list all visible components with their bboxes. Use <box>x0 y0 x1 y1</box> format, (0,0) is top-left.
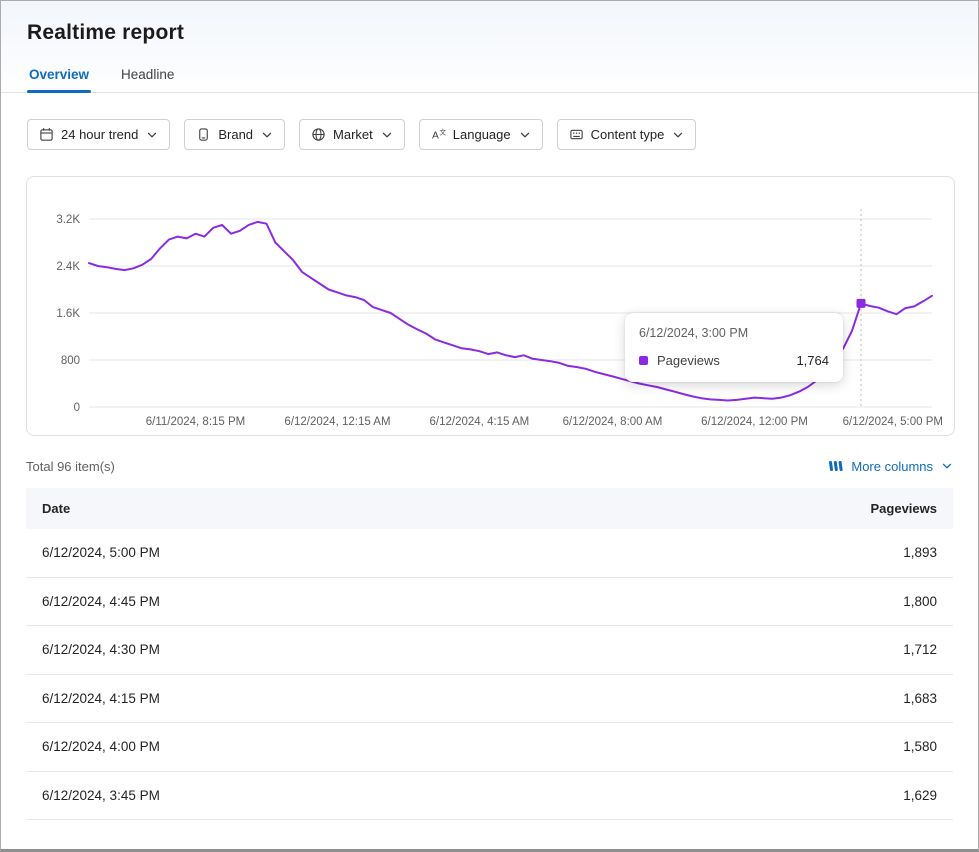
tab-headline[interactable]: Headline <box>119 61 176 92</box>
content-type-filter-label: Content type <box>591 127 665 142</box>
pageviews-cell: 1,800 <box>903 594 937 609</box>
pageviews-cell: 1,629 <box>903 788 937 803</box>
pageviews-cell: 1,712 <box>903 642 937 657</box>
chevron-down-icon <box>519 129 531 141</box>
pageviews-column-header[interactable]: Pageviews <box>871 501 938 516</box>
table-row[interactable]: 6/12/2024, 3:45 PM1,629 <box>26 772 953 821</box>
tooltip-timestamp: 6/12/2024, 3:00 PM <box>639 326 829 340</box>
date-cell: 6/12/2024, 4:30 PM <box>42 642 903 657</box>
realtime-report-page: Realtime report Overview Headline 24 hou… <box>0 0 979 852</box>
x-axis-tick-label: 6/12/2024, 4:15 AM <box>430 416 530 428</box>
chevron-down-icon <box>146 129 158 141</box>
tab-bar: Overview Headline <box>1 61 978 93</box>
trend-filter-label: 24 hour trend <box>61 127 138 142</box>
total-items-label: Total 96 item(s) <box>26 459 115 474</box>
page-title: Realtime report <box>1 21 978 45</box>
table-row[interactable]: 6/12/2024, 4:30 PM1,712 <box>26 626 953 675</box>
table-row[interactable]: 6/12/2024, 5:00 PM1,893 <box>26 529 953 578</box>
y-axis-tick-label: 800 <box>61 355 80 367</box>
hover-marker <box>857 299 866 308</box>
language-icon: A文 <box>431 127 446 142</box>
date-cell: 6/12/2024, 4:45 PM <box>42 594 903 609</box>
date-column-header[interactable]: Date <box>42 501 871 516</box>
table-row[interactable]: 6/12/2024, 4:45 PM1,800 <box>26 578 953 627</box>
page-header: Realtime report Overview Headline <box>1 1 978 93</box>
pageviews-cell: 1,893 <box>903 545 937 560</box>
more-columns-label: More columns <box>851 459 933 474</box>
chevron-down-icon <box>381 129 393 141</box>
y-axis-tick-label: 0 <box>74 402 80 414</box>
tooltip-series-row: Pageviews 1,764 <box>639 353 829 368</box>
table-header-row: Date Pageviews <box>26 488 953 529</box>
language-filter-button[interactable]: A文 Language <box>419 119 543 150</box>
trend-chart[interactable]: 3.2K 2.4K 1.6K 800 0 6/11/2024, 8:15 PM 6/12/2… <box>27 189 954 433</box>
x-axis-tick-label: 6/11/2024, 8:15 PM <box>146 416 246 428</box>
x-axis-tick-label: 6/12/2024, 8:00 AM <box>563 416 663 428</box>
brand-filter-button[interactable]: Brand <box>184 119 285 150</box>
table-row[interactable]: 6/12/2024, 4:00 PM1,580 <box>26 723 953 772</box>
language-filter-label: Language <box>453 127 511 142</box>
trend-filter-button[interactable]: 24 hour trend <box>27 119 170 150</box>
pageviews-cell: 1,580 <box>903 739 937 754</box>
svg-text:文: 文 <box>439 128 446 137</box>
x-axis-tick-label: 6/12/2024, 5:00 PM <box>843 416 943 428</box>
tab-overview[interactable]: Overview <box>27 61 91 92</box>
x-axis-tick-label: 6/12/2024, 12:00 PM <box>701 416 808 428</box>
globe-icon <box>311 127 326 142</box>
content-type-icon <box>569 127 584 142</box>
date-cell: 6/12/2024, 3:45 PM <box>42 788 903 803</box>
more-columns-button[interactable]: More columns <box>828 458 953 474</box>
pageviews-trend-chart-card: 3.2K 2.4K 1.6K 800 0 6/11/2024, 8:15 PM 6/12/2… <box>26 176 955 436</box>
calendar-icon <box>39 127 54 142</box>
filter-bar: 24 hour trend Brand Market A <box>1 93 978 150</box>
columns-icon <box>828 458 844 474</box>
pageviews-cell: 1,683 <box>903 691 937 706</box>
market-filter-button[interactable]: Market <box>299 119 405 150</box>
chart-tooltip: 6/12/2024, 3:00 PM Pageviews 1,764 <box>625 313 843 382</box>
brand-filter-label: Brand <box>218 127 253 142</box>
x-axis-tick-label: 6/12/2024, 12:15 AM <box>284 416 390 428</box>
table-body: 6/12/2024, 5:00 PM1,8936/12/2024, 4:45 P… <box>26 529 953 820</box>
tooltip-series-value: 1,764 <box>796 353 829 368</box>
chevron-down-icon <box>941 460 953 472</box>
chevron-down-icon <box>672 129 684 141</box>
svg-text:A: A <box>432 130 439 141</box>
date-cell: 6/12/2024, 5:00 PM <box>42 545 903 560</box>
tooltip-series-label: Pageviews <box>657 353 720 368</box>
date-cell: 6/12/2024, 4:00 PM <box>42 739 903 754</box>
market-filter-label: Market <box>333 127 373 142</box>
chevron-down-icon <box>261 129 273 141</box>
table-row[interactable]: 6/12/2024, 4:15 PM1,683 <box>26 675 953 724</box>
table-summary-bar: Total 96 item(s) More columns <box>26 458 953 474</box>
y-axis-tick-label: 1.6K <box>56 308 80 320</box>
y-axis-tick-label: 2.4K <box>56 261 80 273</box>
date-cell: 6/12/2024, 4:15 PM <box>42 691 903 706</box>
pageviews-table: Date Pageviews 6/12/2024, 5:00 PM1,8936/… <box>26 488 953 820</box>
pageviews-legend-swatch <box>639 356 648 365</box>
content-type-filter-button[interactable]: Content type <box>557 119 697 150</box>
y-axis-tick-label: 3.2K <box>56 214 80 226</box>
brand-icon <box>196 127 211 142</box>
